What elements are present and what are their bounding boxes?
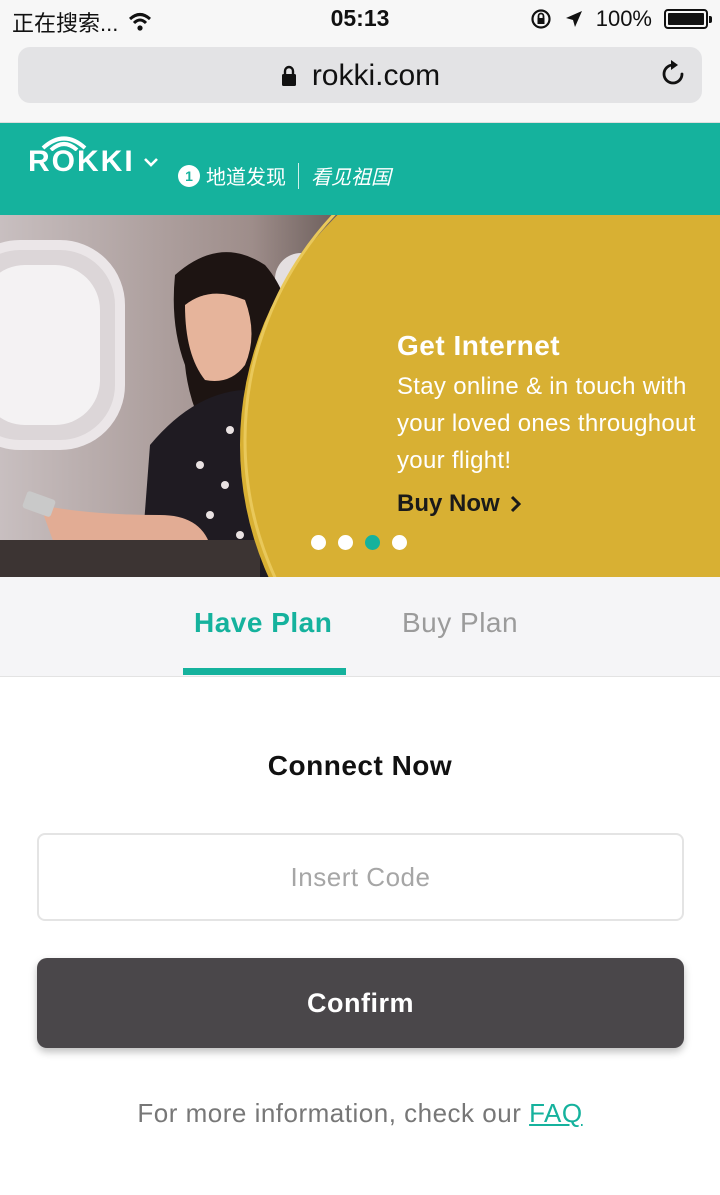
- tab-buy-plan[interactable]: Buy Plan: [402, 607, 518, 639]
- browser-bar: rokki.com: [0, 40, 720, 123]
- status-bar: 正在搜索... 05:13 100%: [0, 0, 720, 40]
- hero-text: Get Internet Stay online & in touch with…: [397, 330, 697, 479]
- buy-now-link[interactable]: Buy Now: [397, 490, 522, 518]
- rotation-lock-icon: [531, 9, 551, 29]
- connect-title: Connect Now: [267, 750, 453, 781]
- reload-icon[interactable]: [658, 59, 688, 89]
- partner-name: 地道发现: [206, 167, 286, 189]
- lock-icon: [281, 65, 296, 86]
- tab-have-plan[interactable]: Have Plan: [194, 607, 332, 639]
- battery-icon: [664, 9, 712, 29]
- url-display: rokki.com: [18, 59, 702, 93]
- info-text: For more information, check our: [137, 1098, 522, 1128]
- logo-menu[interactable]: ROKKI: [28, 136, 159, 179]
- location-arrow-icon: [565, 11, 582, 27]
- hero-title: Get Internet: [397, 330, 561, 361]
- info-line: For more information, check our FAQ: [0, 1098, 720, 1129]
- hero-body: Stay online & in touch with your loved o…: [397, 373, 696, 474]
- brand-header: ROKKI 1 地道发现 看见祖国: [0, 123, 720, 215]
- partner-script: 看见祖国: [311, 167, 391, 189]
- carousel-dot-active[interactable]: [365, 535, 380, 550]
- carousel-dot[interactable]: [392, 535, 407, 550]
- carousel-dot[interactable]: [338, 535, 353, 550]
- status-right: 100%: [530, 6, 712, 32]
- carousel-dots: [311, 535, 407, 550]
- buy-now-label: Buy Now: [397, 490, 500, 517]
- partner-logo: 1 地道发现 看见祖国: [178, 161, 391, 190]
- wifi-arc-icon: [41, 136, 87, 151]
- plan-tabs: Have Plan Buy Plan: [0, 577, 720, 677]
- partner-badge-icon: 1: [178, 164, 200, 187]
- url-text: rokki.com: [311, 59, 441, 92]
- chevron-right-icon: [510, 495, 521, 513]
- battery-percent: 100%: [595, 6, 652, 31]
- partner-divider: [298, 162, 299, 189]
- chevron-down-icon: [143, 158, 158, 167]
- hero-banner[interactable]: Get Internet Stay online & in touch with…: [0, 215, 720, 577]
- code-input[interactable]: [37, 833, 684, 921]
- active-tab-indicator: [183, 668, 346, 675]
- faq-link[interactable]: FAQ: [529, 1098, 583, 1128]
- confirm-button[interactable]: Confirm: [37, 958, 684, 1048]
- carousel-dot[interactable]: [311, 535, 326, 550]
- url-field[interactable]: rokki.com: [18, 47, 702, 103]
